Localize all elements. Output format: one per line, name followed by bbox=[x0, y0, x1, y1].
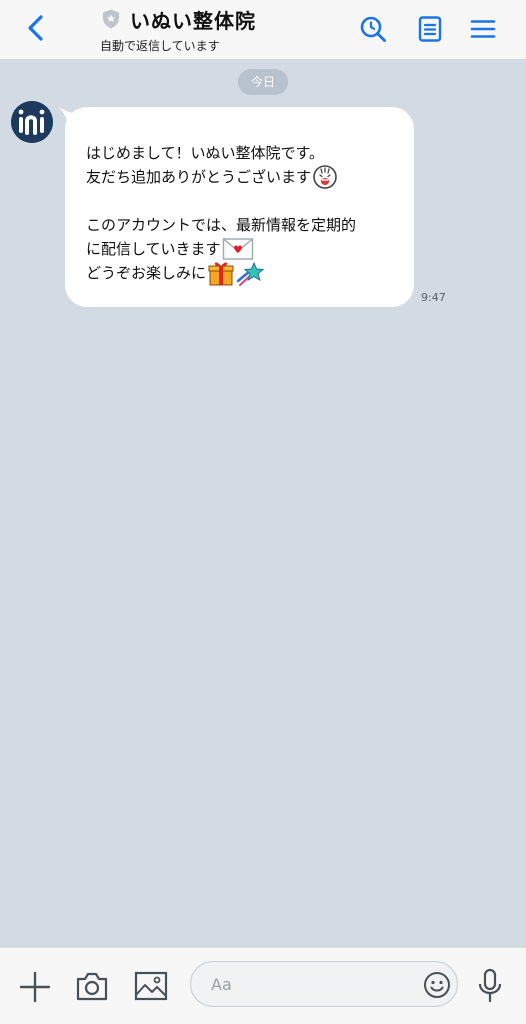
input-bar bbox=[0, 947, 526, 1024]
chat-screen: いぬい整体院 自動で返信しています 今日 はじめまして！いぬい整体院です。 友だ… bbox=[0, 0, 526, 1024]
message-line: どうぞお楽しみに bbox=[86, 261, 406, 286]
verified-shield-icon bbox=[103, 9, 119, 29]
menu-icon[interactable] bbox=[468, 14, 498, 44]
message-timestamp: 9:47 bbox=[421, 291, 446, 304]
chat-area[interactable]: 今日 はじめまして！いぬい整体院です。 友だち追加ありがとうございます このアカ… bbox=[0, 60, 526, 947]
laughing-face-emoji-icon bbox=[313, 165, 337, 189]
message-line: はじめまして！いぬい整体院です。 bbox=[86, 144, 325, 162]
message-line bbox=[86, 189, 406, 213]
image-icon[interactable] bbox=[133, 969, 169, 1003]
clinic-logo-icon bbox=[11, 101, 53, 143]
auto-reply-status: 自動で返信しています bbox=[100, 39, 220, 53]
notes-icon[interactable] bbox=[415, 14, 445, 44]
message-input-box[interactable] bbox=[190, 961, 458, 1007]
plus-icon[interactable] bbox=[18, 970, 52, 1004]
chat-header: いぬい整体院 自動で返信しています bbox=[0, 0, 526, 60]
message-line: このアカウントでは、最新情報を定期的 bbox=[86, 216, 357, 234]
camera-icon[interactable] bbox=[74, 969, 110, 1003]
microphone-icon[interactable] bbox=[476, 968, 504, 1004]
message-line: 友だち追加ありがとうございます bbox=[86, 165, 406, 189]
gift-emoji-icon bbox=[208, 262, 234, 286]
emoji-smile-icon[interactable] bbox=[423, 971, 451, 999]
message-text: はじめまして！いぬい整体院です。 友だち追加ありがとうございます このアカウント… bbox=[86, 141, 406, 286]
back-arrow-icon[interactable] bbox=[20, 12, 52, 44]
date-separator: 今日 bbox=[238, 69, 288, 95]
message-input[interactable] bbox=[211, 962, 411, 1006]
message-bubble[interactable]: はじめまして！いぬい整体院です。 友だち追加ありがとうございます このアカウント… bbox=[65, 107, 414, 307]
shooting-star-emoji-icon bbox=[236, 261, 265, 286]
chat-title: いぬい整体院 bbox=[130, 8, 256, 33]
chat-title-area[interactable]: いぬい整体院 自動で返信しています bbox=[100, 6, 256, 54]
avatar[interactable] bbox=[11, 101, 53, 143]
message-line: に配信していきます bbox=[86, 237, 406, 261]
search-icon[interactable] bbox=[358, 14, 388, 44]
